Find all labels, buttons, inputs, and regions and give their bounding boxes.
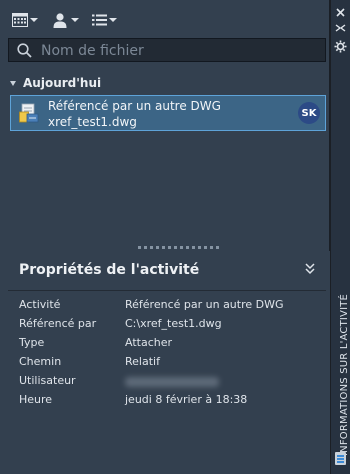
- panel-splitter[interactable]: [0, 243, 330, 251]
- side-title-bar: INFORMATIONS SUR L'ACTIVITÉ: [331, 0, 350, 474]
- splitter-grip: [138, 246, 219, 249]
- property-value: C:\xref_test1.dwg: [125, 317, 222, 330]
- activity-clipboard-icon[interactable]: [335, 452, 346, 465]
- property-key: Chemin: [19, 355, 62, 368]
- view-dropdown-button[interactable]: [12, 10, 38, 30]
- close-button[interactable]: [334, 6, 347, 19]
- property-value: jeudi 8 février à 18:38: [125, 393, 248, 406]
- close-icon: [336, 8, 345, 17]
- chevron-down-icon: [71, 18, 79, 22]
- group-header-today[interactable]: Aujourd'hui: [10, 75, 101, 91]
- property-value-redacted: [125, 374, 219, 390]
- property-row-user: Utilisateur: [0, 374, 330, 392]
- property-value: Référencé par un autre DWG: [125, 298, 284, 311]
- property-row-type: Type Attacher: [0, 336, 330, 354]
- avatar: SK: [298, 102, 320, 124]
- redacted-user-name: [125, 377, 219, 387]
- property-key: Heure: [19, 393, 53, 406]
- property-key: Type: [19, 336, 45, 349]
- property-value: Attacher: [125, 336, 173, 349]
- activity-insights-panel: Aujourd'hui Référencé par un autre DWG x…: [0, 0, 330, 474]
- auto-hide-icon: [335, 24, 346, 32]
- search-icon: [17, 43, 32, 58]
- property-row-referenced-by: Référencé par C:\xref_test1.dwg: [0, 317, 330, 335]
- activity-filename: xref_test1.dwg: [48, 115, 137, 129]
- chevron-down-icon: [30, 18, 38, 22]
- divider: [8, 290, 326, 291]
- activity-description: Référencé par un autre DWG: [48, 99, 221, 113]
- property-key: Utilisateur: [19, 374, 76, 387]
- user-icon: [53, 12, 67, 28]
- list-icon: [92, 14, 107, 26]
- search-input[interactable]: [39, 40, 323, 62]
- group-label: Aujourd'hui: [23, 76, 102, 90]
- activity-list-item[interactable]: Référencé par un autre DWG xref_test1.dw…: [10, 95, 326, 131]
- auto-hide-button[interactable]: [334, 23, 347, 36]
- list-view-button[interactable]: [92, 10, 117, 30]
- expand-triangle-icon: [10, 80, 16, 86]
- settings-button[interactable]: [334, 40, 347, 53]
- property-value: Relatif: [125, 355, 160, 368]
- property-row-time: Heure jeudi 8 février à 18:38: [0, 393, 330, 411]
- search-box: [8, 38, 326, 62]
- property-key: Référencé par: [19, 317, 97, 330]
- property-row-path: Chemin Relatif: [0, 355, 330, 373]
- properties-title: Propriétés de l'activité: [19, 262, 200, 278]
- property-key: Activité: [19, 298, 61, 311]
- activity-properties: Propriétés de l'activité Activité Référe…: [0, 251, 330, 474]
- xref-document-icon: [19, 103, 39, 123]
- panel-side-title: INFORMATIONS SUR L'ACTIVITÉ: [339, 293, 350, 456]
- settings-icon: [334, 40, 347, 53]
- chevron-down-icon: [109, 18, 117, 22]
- user-filter-button[interactable]: [53, 10, 79, 30]
- calendar-grid-icon: [12, 13, 28, 27]
- collapse-chevron-icon[interactable]: [304, 262, 316, 276]
- property-row-activity: Activité Référencé par un autre DWG: [0, 298, 330, 316]
- toolbar: [0, 6, 330, 34]
